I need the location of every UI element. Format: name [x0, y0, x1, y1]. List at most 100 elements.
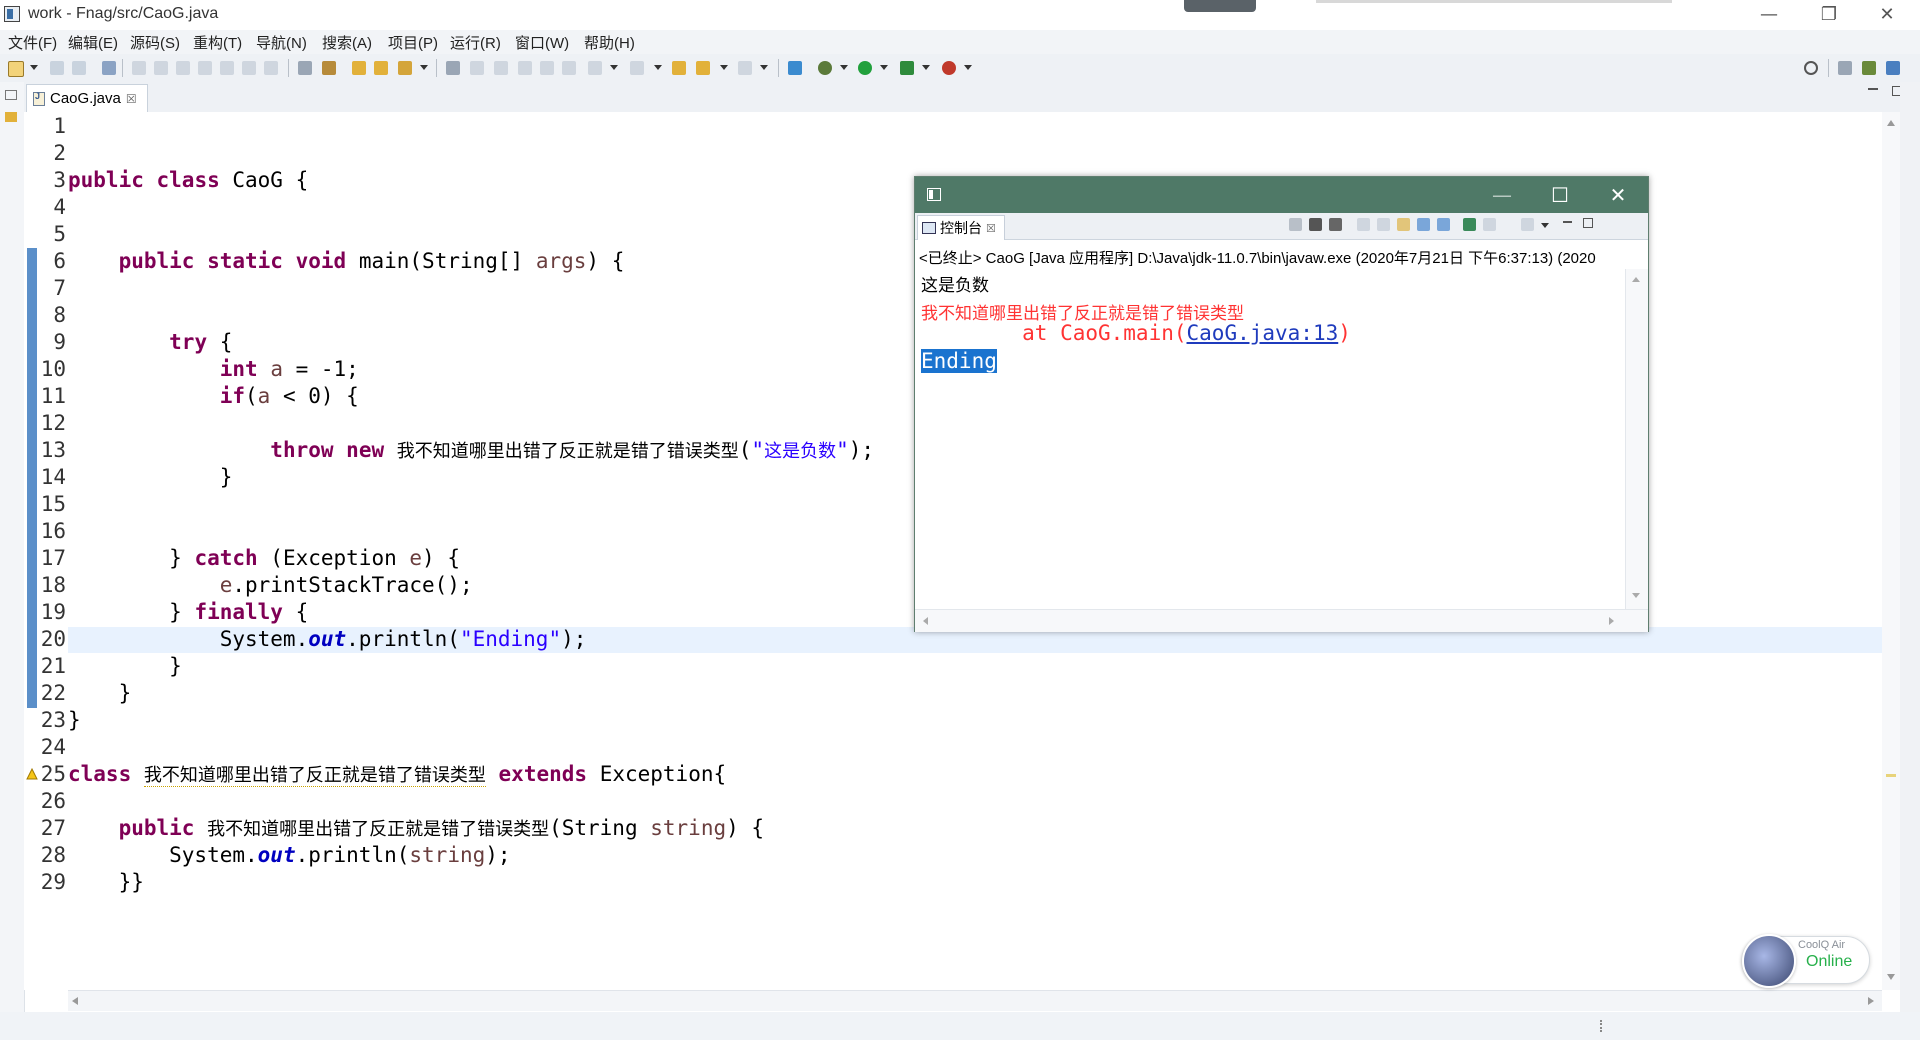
prev-edit-icon[interactable]	[630, 61, 644, 75]
toggle-mark-icon[interactable]	[298, 61, 312, 75]
minimize-view-icon[interactable]	[1563, 221, 1572, 223]
console-scroll-down-icon[interactable]	[1632, 593, 1640, 598]
step-return-icon[interactable]	[264, 61, 278, 75]
last-edit-icon[interactable]	[672, 61, 686, 75]
debug-icon[interactable]	[818, 61, 832, 75]
menu-navigate[interactable]: 导航(N)	[256, 32, 307, 53]
suspend-icon[interactable]	[154, 61, 168, 75]
selected-text[interactable]: Ending	[921, 349, 997, 373]
coverage-dropdown-icon[interactable]	[922, 65, 930, 70]
run-icon[interactable]	[858, 61, 872, 75]
open-type-icon[interactable]	[352, 61, 366, 75]
block-selection-icon[interactable]	[518, 61, 532, 75]
menu-run[interactable]: 运行(R)	[450, 32, 501, 53]
build-icon[interactable]	[322, 61, 336, 75]
menu-source[interactable]: 源码(S)	[130, 32, 180, 53]
warning-class-name[interactable]: 我不知道哪里出错了反正就是错了错误类型	[143, 765, 486, 787]
pilcrow-icon[interactable]	[562, 61, 576, 75]
console-maximize-button[interactable]: ☐	[1531, 177, 1589, 213]
console-close-button[interactable]: ✕	[1589, 177, 1647, 213]
package-explorer-icon[interactable]	[5, 112, 17, 122]
show-whitespace-icon[interactable]	[540, 61, 554, 75]
minimize-editor-icon[interactable]	[1868, 88, 1878, 90]
scroll-down-icon[interactable]	[1887, 974, 1895, 980]
run-dropdown-icon[interactable]	[880, 65, 888, 70]
console-horizontal-scrollbar[interactable]	[915, 609, 1648, 632]
new-icon[interactable]	[8, 61, 24, 77]
restore-view-icon[interactable]	[5, 90, 17, 100]
console-output[interactable]: 这是负数 我不知道哪里出错了反正就是错了错误类型 at CaoG.main(Ca…	[915, 269, 1625, 609]
tab-caog-java[interactable]: CaoG.java ☒	[26, 84, 148, 112]
scroll-left-icon[interactable]	[72, 997, 78, 1005]
coverage-icon[interactable]	[900, 61, 914, 75]
back-dropdown-icon[interactable]	[720, 65, 728, 70]
menu-refactor[interactable]: 重构(T)	[193, 32, 242, 53]
new-dropdown-icon[interactable]	[30, 65, 38, 70]
remove-all-icon[interactable]	[1329, 218, 1342, 231]
word-wrap-icon[interactable]	[1397, 218, 1410, 231]
menu-search[interactable]: 搜索(A)	[322, 32, 372, 53]
menu-edit[interactable]: 编辑(E)	[68, 32, 118, 53]
console-vertical-scrollbar[interactable]	[1625, 269, 1648, 609]
menu-window[interactable]: 窗口(W)	[515, 32, 569, 53]
forward-icon[interactable]	[738, 61, 752, 75]
console-titlebar[interactable]: — ☐ ✕	[915, 177, 1648, 213]
menu-help[interactable]: 帮助(H)	[584, 32, 635, 53]
skip-breakpoints-icon[interactable]	[102, 61, 116, 75]
scroll-up-icon[interactable]	[1887, 120, 1895, 126]
show-stderr-icon[interactable]	[1437, 218, 1450, 231]
step-over-icon[interactable]	[242, 61, 256, 75]
console-minimize-button[interactable]: —	[1473, 177, 1531, 213]
search-icon[interactable]	[1804, 61, 1818, 75]
status-resize-handle[interactable]	[1600, 1020, 1604, 1032]
external-tools-dropdown-icon[interactable]	[964, 65, 972, 70]
pin-console-icon[interactable]	[1463, 218, 1476, 231]
save-all-icon[interactable]	[72, 61, 86, 75]
remove-launch-icon[interactable]	[1309, 218, 1322, 231]
show-stdout-icon[interactable]	[1417, 218, 1430, 231]
console-window[interactable]: — ☐ ✕ 控制台 ☒ <已终止> CaoG [Java 应用程序] D:\Ja…	[914, 176, 1649, 632]
clear-console-icon[interactable]	[1357, 218, 1370, 231]
pin-editor-icon[interactable]	[788, 61, 802, 75]
debug-perspective-icon[interactable]	[1886, 61, 1900, 75]
console-scroll-right-icon[interactable]	[1609, 617, 1614, 625]
next-edit-icon[interactable]	[588, 61, 602, 75]
maximize-view-icon[interactable]	[1583, 218, 1593, 228]
editor-horizontal-scrollbar[interactable]	[68, 990, 1882, 1011]
warning-icon[interactable]	[26, 768, 38, 780]
debug-dropdown-icon[interactable]	[840, 65, 848, 70]
restore-button[interactable]: ❐	[1800, 0, 1858, 30]
menu-file[interactable]: 文件(F)	[8, 32, 57, 53]
coolq-avatar[interactable]	[1742, 934, 1796, 988]
java-perspective-icon[interactable]	[1862, 61, 1876, 75]
next-annotation-icon[interactable]	[470, 61, 484, 75]
terminate-icon[interactable]	[176, 61, 190, 75]
resume-icon[interactable]	[132, 61, 146, 75]
display-console-icon[interactable]	[1483, 218, 1496, 231]
close-button[interactable]: ✕	[1858, 0, 1916, 30]
prev-annotation-icon[interactable]	[494, 61, 508, 75]
back-icon[interactable]	[696, 61, 710, 75]
disconnect-icon[interactable]	[198, 61, 212, 75]
scroll-right-icon[interactable]	[1868, 997, 1874, 1005]
tab-console[interactable]: 控制台 ☒	[917, 215, 1005, 240]
next-edit-dropdown-icon[interactable]	[610, 65, 618, 70]
terminate-icon[interactable]	[1289, 218, 1302, 231]
warning-ruler-marker[interactable]	[1886, 774, 1896, 777]
open-perspective-icon[interactable]	[1838, 61, 1852, 75]
external-tools-icon[interactable]	[942, 61, 956, 75]
search-tool-icon[interactable]	[398, 61, 412, 75]
minimize-button[interactable]: —	[1740, 0, 1798, 30]
step-into-icon[interactable]	[220, 61, 234, 75]
search-dropdown-icon[interactable]	[420, 65, 428, 70]
stacktrace-link[interactable]: CaoG.java:13	[1187, 321, 1339, 345]
prev-edit-dropdown-icon[interactable]	[654, 65, 662, 70]
open-console-dropdown-icon[interactable]	[1541, 223, 1549, 228]
annotation-icon[interactable]	[446, 61, 460, 75]
console-scroll-up-icon[interactable]	[1632, 277, 1640, 282]
console-scroll-left-icon[interactable]	[923, 617, 928, 625]
close-tab-icon[interactable]: ☒	[126, 92, 137, 106]
menu-project[interactable]: 项目(P)	[388, 32, 438, 53]
open-console-icon[interactable]	[1521, 218, 1534, 231]
forward-dropdown-icon[interactable]	[760, 65, 768, 70]
